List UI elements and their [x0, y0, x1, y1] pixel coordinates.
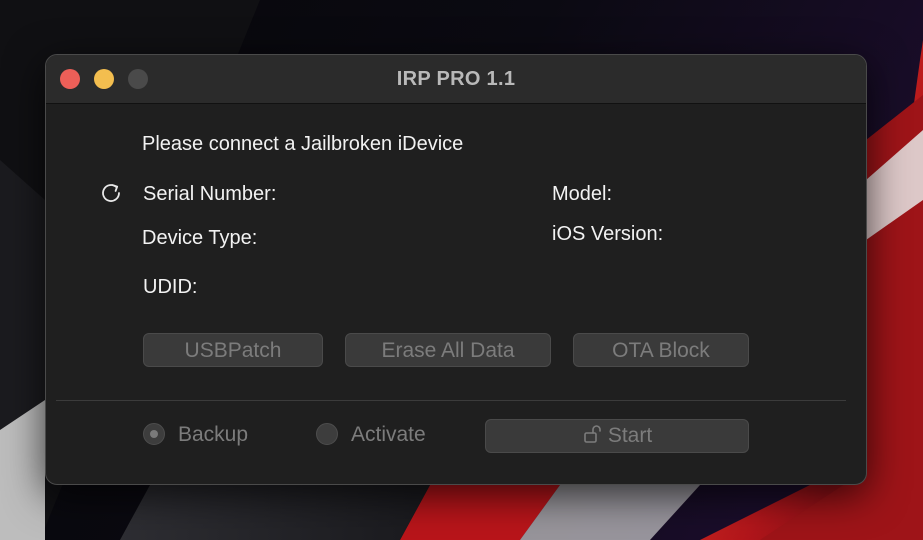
unlock-icon [584, 425, 601, 443]
ios-version-label: iOS Version: [552, 223, 664, 245]
title-bar[interactable]: IRP PRO 1.1 [46, 55, 866, 104]
activate-radio-label[interactable]: Activate [351, 423, 426, 447]
usb-patch-button[interactable]: USBPatch [143, 333, 323, 367]
backup-radio-label[interactable]: Backup [178, 423, 248, 447]
section-divider [56, 400, 846, 401]
start-button-label: Start [607, 424, 653, 447]
device-type-label: Device Type: [142, 227, 258, 249]
udid-label: UDID: [143, 276, 198, 298]
start-button[interactable]: Start [485, 419, 749, 453]
radio-selected-dot [150, 430, 158, 438]
model-label: Model: [552, 183, 613, 205]
desktop: IRP PRO 1.1 Please connect a Jailbroken … [0, 0, 923, 540]
refresh-icon[interactable] [99, 181, 123, 205]
ota-block-button[interactable]: OTA Block [573, 333, 749, 367]
activate-radio[interactable] [316, 423, 338, 445]
app-window: IRP PRO 1.1 Please connect a Jailbroken … [45, 54, 867, 485]
connection-status-message: Please connect a Jailbroken iDevice [142, 133, 464, 155]
window-title: IRP PRO 1.1 [396, 68, 516, 90]
serial-number-label: Serial Number: [143, 183, 277, 205]
backup-radio[interactable] [143, 423, 165, 445]
erase-all-data-button[interactable]: Erase All Data [345, 333, 551, 367]
